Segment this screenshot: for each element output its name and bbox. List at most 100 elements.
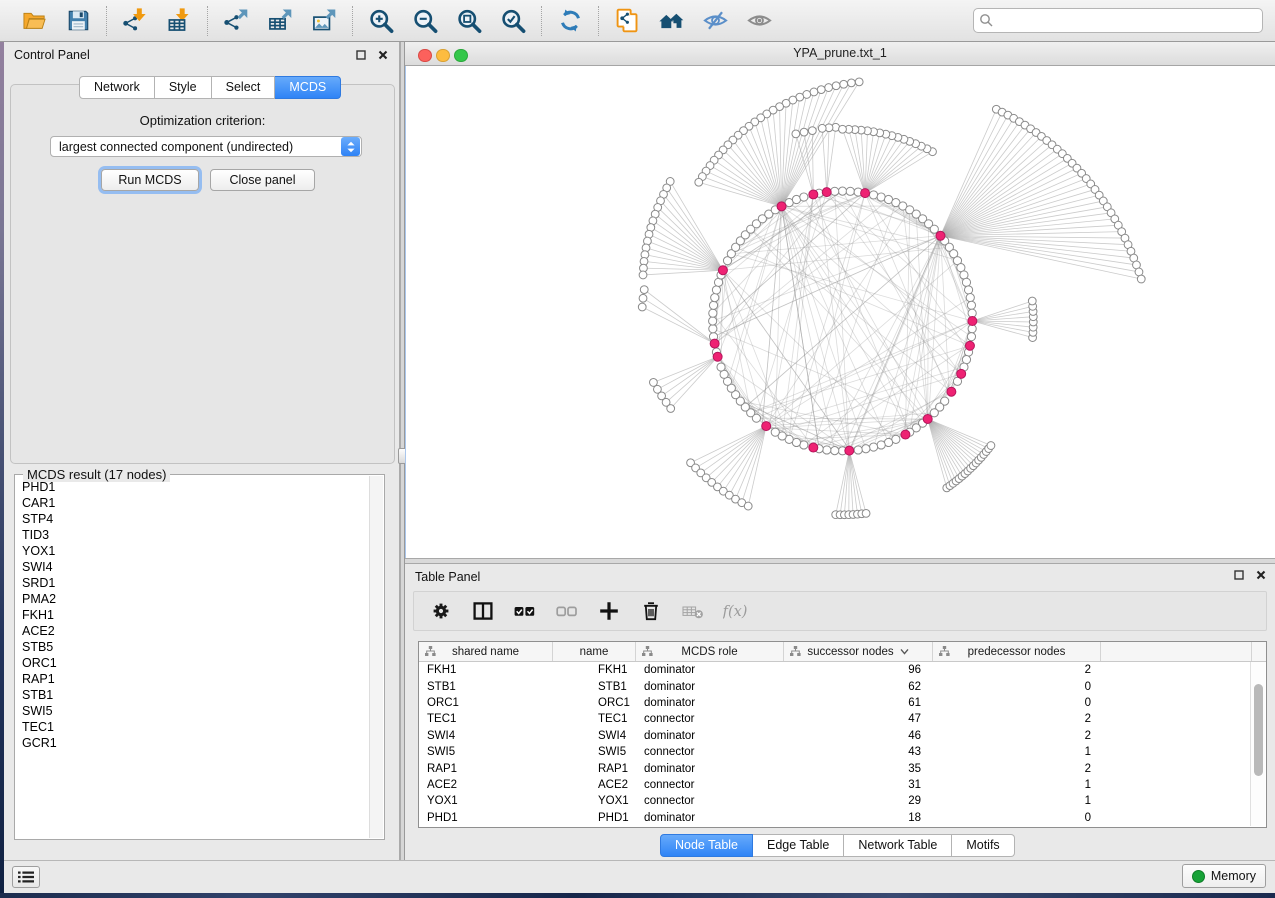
network-node[interactable] (838, 187, 846, 195)
table-row[interactable]: ORC1ORC1dominator610 (419, 695, 1266, 711)
network-node[interactable] (709, 309, 717, 317)
select-all-button[interactable] (512, 598, 538, 624)
show-all-button[interactable] (744, 6, 774, 36)
network-node[interactable] (962, 278, 970, 286)
network-node[interactable] (638, 303, 646, 311)
network-node[interactable] (862, 509, 870, 517)
mcds-hub-node[interactable] (710, 339, 719, 348)
network-node[interactable] (771, 428, 779, 436)
network-node[interactable] (831, 447, 839, 455)
optimization-criterion-select[interactable]: largest connected component (undirected) (50, 136, 362, 157)
table-scrollbar[interactable] (1250, 662, 1265, 826)
network-node[interactable] (831, 187, 839, 195)
search-input[interactable] (973, 8, 1263, 33)
network-node[interactable] (930, 409, 938, 417)
network-node[interactable] (709, 317, 717, 325)
network-node[interactable] (855, 78, 863, 86)
mcds-result-item[interactable]: STB5 (16, 639, 370, 655)
mcds-result-item[interactable]: ACE2 (16, 623, 370, 639)
mcds-hub-node[interactable] (965, 341, 974, 350)
tab-select[interactable]: Select (212, 76, 276, 99)
network-node[interactable] (818, 124, 826, 132)
tab-network[interactable]: Network (79, 76, 155, 99)
network-node[interactable] (712, 286, 720, 294)
network-node[interactable] (792, 130, 800, 138)
table-row[interactable]: FKH1FKH1dominator962 (419, 662, 1266, 678)
float-button[interactable] (1231, 567, 1247, 583)
show-columns-button[interactable] (470, 598, 496, 624)
network-node[interactable] (967, 301, 975, 309)
mcds-result-item[interactable]: PMA2 (16, 591, 370, 607)
close-button[interactable] (1253, 567, 1269, 583)
mcds-result-item[interactable]: SRD1 (16, 575, 370, 591)
first-neighbors-button[interactable] (656, 6, 686, 36)
mcds-result-item[interactable]: TEC1 (16, 719, 370, 735)
tab-mcds[interactable]: MCDS (275, 76, 341, 99)
import-network-button[interactable] (120, 6, 150, 36)
network-node[interactable] (877, 441, 885, 449)
float-button[interactable] (353, 47, 369, 63)
mcds-result-item[interactable]: TID3 (16, 527, 370, 543)
table-row[interactable]: STB1STB1dominator620 (419, 678, 1266, 694)
network-node[interactable] (800, 128, 808, 136)
tab-network-table[interactable]: Network Table (844, 834, 952, 857)
network-node[interactable] (667, 405, 675, 413)
run-mcds-button[interactable]: Run MCDS (101, 169, 199, 191)
close-panel-button[interactable]: Close panel (210, 169, 315, 191)
memory-button[interactable]: Memory (1182, 864, 1266, 888)
mcds-result-item[interactable]: STP4 (16, 511, 370, 527)
network-canvas[interactable] (406, 66, 1275, 558)
column-header-name[interactable]: name (553, 642, 636, 661)
column-header-shared-name[interactable]: shared name (419, 642, 553, 661)
network-node[interactable] (825, 84, 833, 92)
mcds-result-item[interactable]: CAR1 (16, 495, 370, 511)
network-node[interactable] (846, 187, 854, 195)
mcds-hub-node[interactable] (901, 430, 910, 439)
export-network-button[interactable] (221, 6, 251, 36)
mcds-hub-node[interactable] (718, 266, 727, 275)
network-node[interactable] (862, 445, 870, 453)
table-row[interactable]: SWI5SWI5connector431 (419, 744, 1266, 760)
tab-node-table[interactable]: Node Table (660, 834, 753, 857)
tab-style[interactable]: Style (155, 76, 212, 99)
mcds-result-item[interactable]: GCR1 (16, 735, 370, 751)
mcds-hub-node[interactable] (923, 414, 932, 423)
delete-row-button[interactable] (638, 598, 664, 624)
network-node[interactable] (869, 443, 877, 451)
network-node[interactable] (967, 333, 975, 341)
import-table-button[interactable] (164, 6, 194, 36)
network-node[interactable] (808, 127, 816, 135)
deselect-all-button[interactable] (554, 598, 580, 624)
mcds-result-item[interactable]: FKH1 (16, 607, 370, 623)
network-node[interactable] (854, 446, 862, 454)
network-node[interactable] (840, 80, 848, 88)
hide-selected-button[interactable] (700, 6, 730, 36)
mcds-hub-node[interactable] (809, 443, 818, 452)
zoom-fit-button[interactable] (454, 6, 484, 36)
network-node[interactable] (832, 82, 840, 90)
zoom-selected-button[interactable] (498, 6, 528, 36)
mcds-hub-node[interactable] (713, 352, 722, 361)
column-header-successor-nodes[interactable]: successor nodes (784, 642, 933, 661)
mcds-hub-node[interactable] (762, 422, 771, 431)
export-image-button[interactable] (309, 6, 339, 36)
table-row[interactable]: PHD1PHD1dominator180 (419, 810, 1266, 826)
mcds-result-scrollbar[interactable] (369, 476, 383, 838)
tab-motifs[interactable]: Motifs (952, 834, 1014, 857)
network-node[interactable] (987, 442, 995, 450)
network-node[interactable] (709, 325, 717, 333)
mcds-result-item[interactable]: STB1 (16, 687, 370, 703)
network-node[interactable] (640, 286, 648, 294)
zoom-out-button[interactable] (410, 6, 440, 36)
table-row[interactable]: RAP1RAP1dominator352 (419, 760, 1266, 776)
zoom-in-button[interactable] (366, 6, 396, 36)
mcds-hub-node[interactable] (968, 316, 977, 325)
network-node[interactable] (800, 193, 808, 201)
mcds-result-item[interactable]: ORC1 (16, 655, 370, 671)
network-node[interactable] (711, 294, 719, 302)
network-node[interactable] (823, 446, 831, 454)
export-table-button[interactable] (265, 6, 295, 36)
save-session-button[interactable] (63, 6, 93, 36)
mcds-hub-node[interactable] (947, 387, 956, 396)
network-window-titlebar[interactable]: YPA_prune.txt_1 (405, 42, 1275, 66)
